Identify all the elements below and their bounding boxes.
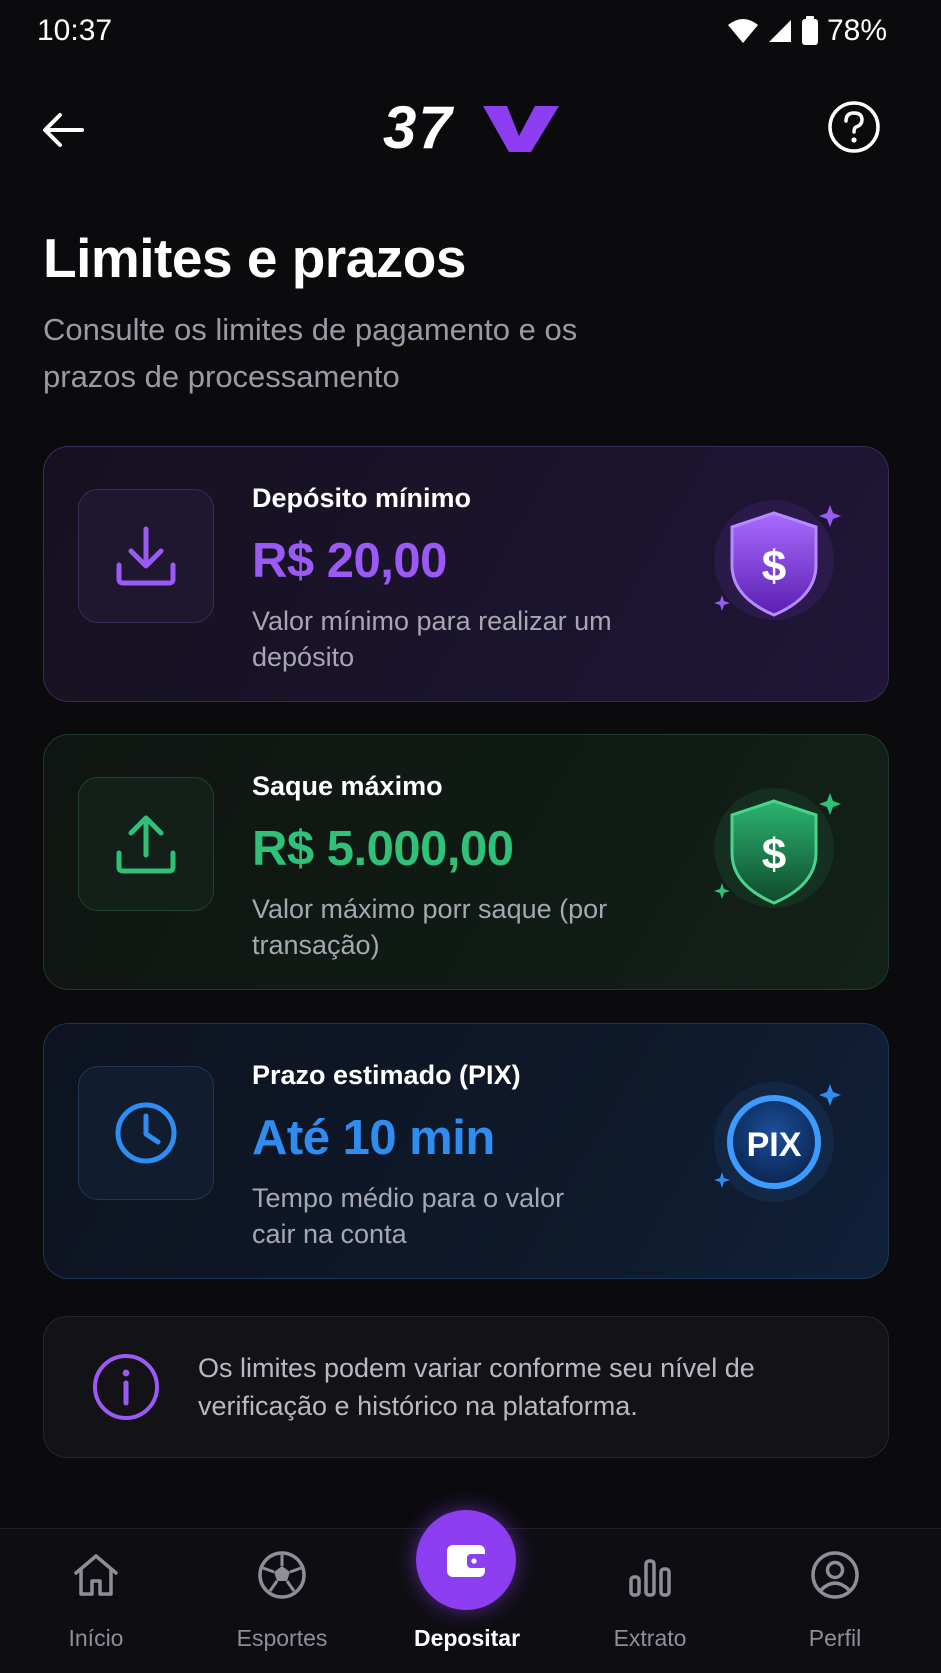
app-bar: 37 bbox=[0, 84, 941, 174]
nav-label: Início bbox=[68, 1625, 124, 1651]
battery-icon bbox=[801, 16, 819, 46]
pix-time-card: Prazo estimado (PIX) Até 10 min Tempo mé… bbox=[43, 1023, 889, 1279]
soccer-ball-icon bbox=[258, 1551, 306, 1599]
shield-dollar-icon: $ bbox=[704, 773, 864, 933]
card-description: Tempo médio para o valor cair na conta bbox=[252, 1183, 565, 1249]
nav-item-perfil[interactable]: Perfil bbox=[760, 1529, 910, 1673]
card-label: Saque máximo bbox=[252, 771, 443, 801]
card-value: Até 10 min bbox=[252, 1111, 495, 1165]
nav-label: Extrato bbox=[613, 1625, 687, 1651]
card-icon-box bbox=[78, 489, 214, 623]
nav-item-extrato[interactable]: Extrato bbox=[575, 1529, 725, 1673]
min-deposit-card: Depósito mínimo R$ 20,00 Valor mínimo pa… bbox=[43, 446, 889, 702]
signal-icon bbox=[767, 18, 793, 44]
bar-chart-icon bbox=[629, 1559, 671, 1597]
download-icon bbox=[116, 526, 176, 586]
card-label: Depósito mínimo bbox=[252, 483, 472, 513]
info-text: Os limites podem variar conforme seu nív… bbox=[198, 1353, 755, 1421]
card-icon-box bbox=[78, 777, 214, 911]
card-value: R$ 20,00 bbox=[252, 534, 447, 588]
svg-text:37: 37 bbox=[383, 98, 454, 158]
nav-label: Perfil bbox=[808, 1625, 862, 1651]
clock-icon bbox=[115, 1102, 177, 1164]
user-circle-icon bbox=[811, 1551, 859, 1599]
info-icon bbox=[93, 1354, 159, 1420]
nav-item-esportes[interactable]: Esportes bbox=[207, 1529, 357, 1673]
card-icon-box bbox=[78, 1066, 214, 1200]
status-icons: 78% bbox=[727, 14, 887, 48]
svg-text:$: $ bbox=[762, 830, 786, 879]
deposit-fab-button[interactable] bbox=[416, 1510, 516, 1610]
home-icon bbox=[74, 1554, 118, 1596]
arrow-left-icon bbox=[43, 113, 84, 147]
nav-label: Esportes bbox=[236, 1625, 328, 1651]
wifi-icon bbox=[727, 18, 759, 44]
question-circle-icon bbox=[828, 101, 880, 153]
back-button[interactable] bbox=[38, 104, 90, 156]
pix-icon: PIX bbox=[704, 1062, 864, 1222]
nav-item-inicio[interactable]: Início bbox=[21, 1529, 171, 1673]
info-notice: Os limites podem variar conforme seu nív… bbox=[43, 1316, 889, 1458]
app-logo: 37 bbox=[383, 94, 559, 161]
upload-icon bbox=[116, 815, 176, 874]
wallet-icon bbox=[447, 1545, 487, 1577]
page-subtitle: Consulte os limites de pagamento e os pr… bbox=[43, 312, 578, 394]
svg-text:PIX: PIX bbox=[747, 1126, 802, 1164]
help-button[interactable] bbox=[825, 98, 883, 156]
battery-percent: 78% bbox=[826, 14, 887, 47]
shield-dollar-icon: $ bbox=[704, 485, 864, 645]
svg-text:$: $ bbox=[762, 542, 786, 591]
card-description: Valor máximo porr saque (por transação) bbox=[252, 894, 608, 960]
card-value: R$ 5.000,00 bbox=[252, 822, 514, 876]
status-bar: 10:37 78% bbox=[0, 0, 941, 62]
nav-label: Depositar bbox=[413, 1625, 521, 1651]
max-withdraw-card: Saque máximo R$ 5.000,00 Valor máximo po… bbox=[43, 734, 889, 990]
status-time: 10:37 bbox=[37, 14, 113, 47]
page-title: Limites e prazos bbox=[43, 227, 466, 289]
card-description: Valor mínimo para realizar um depósito bbox=[252, 606, 612, 672]
card-label: Prazo estimado (PIX) bbox=[252, 1060, 521, 1090]
